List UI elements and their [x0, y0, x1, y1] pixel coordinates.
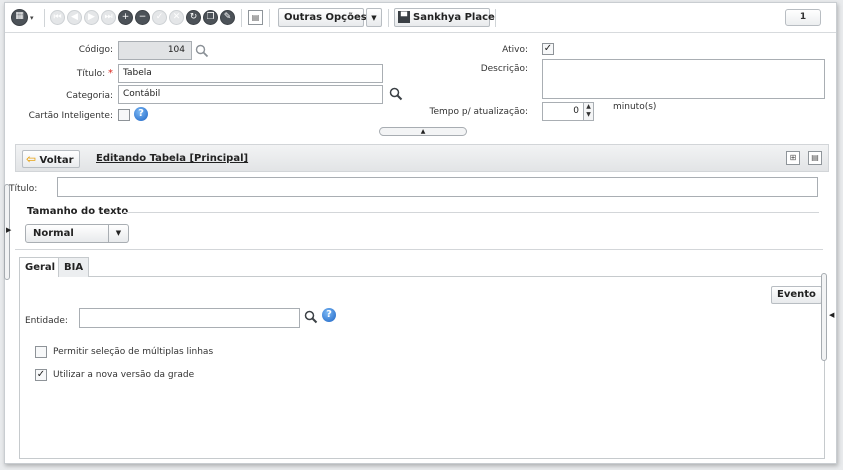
entidade-search-icon[interactable]	[304, 310, 318, 324]
cancel-icon[interactable]: ✕	[169, 10, 184, 25]
codigo-search-icon[interactable]	[195, 44, 209, 58]
voltar-button[interactable]: ⇦ Voltar	[22, 150, 80, 168]
categoria-field[interactable]: Contábil	[118, 85, 383, 104]
codigo-field[interactable]: 104	[118, 41, 192, 60]
tab-bia-label: BIA	[64, 262, 84, 273]
toolbar-divider	[44, 9, 45, 27]
expand-right-icon[interactable]: ▶	[6, 226, 11, 234]
tab-strip: Geral BIA	[19, 257, 825, 278]
editing-title-link[interactable]: Editando Tabela [Principal]	[96, 153, 248, 164]
tempo-field[interactable]: 0	[542, 102, 584, 121]
tempo-label: Tempo p/ atualização:	[429, 107, 528, 117]
copy-icon[interactable]: ❐	[203, 10, 218, 25]
back-arrow-icon: ⇦	[26, 152, 37, 166]
grid-menu-dropdown-icon[interactable]: ▾	[30, 14, 34, 22]
sankhya-place-label: Sankhya Place	[413, 12, 495, 23]
entidade-help-icon[interactable]: ?	[322, 308, 336, 322]
detail-titulo-field[interactable]	[57, 177, 818, 197]
decrement-icon[interactable]: ▼	[584, 111, 593, 119]
tab-geral-label: Geral	[25, 262, 56, 273]
cartao-checkbox[interactable]	[118, 109, 130, 121]
section-divider	[123, 212, 819, 213]
categoria-search-icon[interactable]	[389, 87, 403, 101]
outras-opcoes-dropdown[interactable]: ▼	[366, 8, 382, 27]
evento-button[interactable]: Evento	[771, 286, 822, 304]
app-window: ▦ ▾ ⏮ ◀ ▶ ⏭ + − ✓ ✕ ↻ ❐ ✎ ▤ Outras Opçõe…	[4, 2, 837, 464]
tab-bia[interactable]: BIA	[58, 257, 90, 277]
titulo-field[interactable]: Tabela	[118, 64, 383, 83]
ativo-label: Ativo:	[502, 45, 528, 55]
voltar-label: Voltar	[39, 155, 74, 166]
first-record-icon[interactable]: ⏮	[50, 10, 65, 25]
sankhya-place-button[interactable]: ▀ Sankhya Place	[394, 8, 495, 27]
detail-titulo-label: Título:	[9, 184, 38, 194]
required-marker: *	[108, 68, 113, 79]
titulo-label-text: Título:	[76, 69, 106, 79]
toolbar-divider	[269, 9, 270, 27]
grid-menu-icon[interactable]: ▦	[11, 9, 28, 26]
geral-panel: Evento Entidade: ? Permitir seleção de m…	[19, 277, 825, 459]
add-icon[interactable]: +	[118, 10, 133, 25]
entidade-label: Entidade:	[25, 316, 68, 326]
nova-grade-label: Utilizar a nova versão da grade	[53, 370, 195, 380]
previous-record-icon[interactable]: ◀	[67, 10, 82, 25]
tree-view-icon[interactable]: ⊞	[786, 151, 800, 165]
nova-grade-checkbox[interactable]: ✓	[35, 369, 47, 381]
titulo-label: Título: *	[77, 68, 113, 79]
remove-icon[interactable]: −	[135, 10, 150, 25]
sankhya-place-icon: ▀	[398, 11, 410, 23]
section-divider	[15, 249, 823, 250]
right-panel-handle[interactable]	[821, 273, 827, 361]
chevron-down-icon: ▼	[108, 225, 128, 242]
outras-opcoes-button[interactable]: Outras Opções...	[278, 8, 378, 27]
detail-header-bar: ⇦ Voltar Editando Tabela [Principal] ⊞ ▤	[15, 144, 829, 172]
tab-geral[interactable]: Geral	[19, 257, 62, 278]
grid-view-icon[interactable]: ▤	[248, 10, 263, 25]
outras-opcoes-label: Outras Opções...	[284, 12, 379, 23]
descricao-label: Descrição:	[480, 64, 528, 74]
tamanho-select[interactable]: Normal ▼	[25, 224, 129, 243]
evento-label: Evento	[777, 289, 816, 300]
categoria-label: Categoria:	[66, 91, 113, 101]
increment-icon[interactable]: ▲	[584, 103, 593, 111]
next-record-icon[interactable]: ▶	[84, 10, 99, 25]
multi-select-checkbox[interactable]	[35, 346, 47, 358]
grid-view-icon[interactable]: ▤	[808, 151, 822, 165]
cartao-label: Cartão Inteligente:	[28, 111, 113, 121]
toolbar-divider	[495, 9, 496, 27]
chevron-down-icon: ▼	[371, 14, 377, 22]
toolbar: ▦ ▾ ⏮ ◀ ▶ ⏭ + − ✓ ✕ ↻ ❐ ✎ ▤ Outras Opçõe…	[5, 3, 836, 33]
descricao-field[interactable]	[542, 59, 825, 99]
attach-icon[interactable]: ✎	[220, 10, 235, 25]
entidade-field[interactable]	[79, 308, 300, 328]
ativo-checkbox[interactable]: ✓	[542, 43, 554, 55]
last-record-icon[interactable]: ⏭	[101, 10, 116, 25]
confirm-icon[interactable]: ✓	[152, 10, 167, 25]
cartao-help-icon[interactable]: ?	[134, 107, 148, 121]
expand-left-icon[interactable]: ◀	[829, 311, 834, 319]
chevron-up-icon: ▲	[420, 128, 426, 135]
multi-select-label: Permitir seleção de múltiplas linhas	[53, 347, 214, 357]
refresh-icon[interactable]: ↻	[186, 10, 201, 25]
collapse-form-toggle[interactable]: ▲	[379, 127, 467, 136]
page-number: 1	[799, 12, 807, 22]
tamanho-section-title: Tamanho do texto	[27, 206, 129, 217]
tempo-spinner[interactable]: ▲ ▼	[584, 102, 594, 121]
toolbar-divider	[241, 9, 242, 27]
tempo-unit: minuto(s)	[613, 102, 657, 112]
tamanho-value: Normal	[33, 228, 74, 239]
codigo-label: Código:	[78, 45, 113, 55]
toolbar-divider	[388, 9, 389, 27]
page-counter[interactable]: 1	[785, 9, 821, 26]
